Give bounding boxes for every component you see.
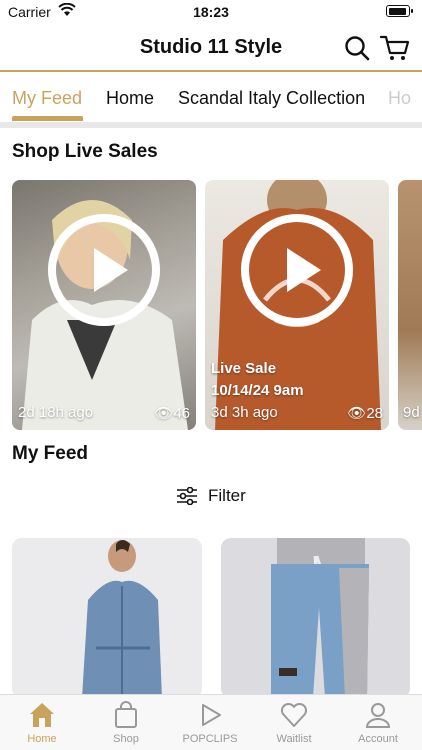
product-image	[12, 538, 202, 698]
search-icon[interactable]	[343, 34, 371, 62]
eye-icon: 👁	[154, 405, 174, 422]
live-sale-card[interactable]: 9d	[398, 180, 422, 430]
filter-button[interactable]: Filter	[176, 484, 246, 508]
person-icon	[365, 703, 391, 728]
section-title-live-sales: Shop Live Sales	[12, 141, 158, 162]
nav-shop[interactable]: Shop	[84, 701, 168, 745]
time-ago: 9d	[403, 404, 420, 421]
live-sale-card[interactable]: 2d 18h ago 👁46	[12, 180, 196, 430]
nav-label: Shop	[113, 733, 139, 745]
view-count: 👁46	[154, 405, 190, 422]
section-title-my-feed: My Feed	[12, 443, 89, 464]
product-card[interactable]	[12, 538, 202, 698]
live-sale-label: Live Sale	[211, 360, 277, 377]
nav-waitlist[interactable]: Waitlist	[252, 701, 336, 745]
battery-icon	[386, 5, 413, 17]
time-ago: 2d 18h ago	[18, 404, 94, 421]
tabs-divider	[0, 122, 422, 128]
sliders-icon	[177, 487, 197, 505]
play-button[interactable]	[48, 214, 160, 326]
live-sale-card[interactable]: Live Sale 10/14/24 9am 3d 3h ago 👁28	[205, 180, 389, 430]
nav-popclips[interactable]: POPCLIPS	[168, 701, 252, 745]
nav-label: Account	[358, 733, 398, 745]
nav-home[interactable]: Home	[0, 701, 84, 745]
nav-account[interactable]: Account	[336, 701, 420, 745]
time-ago: 3d 3h ago	[211, 404, 278, 421]
nav-label: Home	[27, 733, 57, 745]
filter-label: Filter	[208, 486, 246, 505]
heart-icon	[280, 702, 308, 727]
product-card[interactable]	[221, 538, 410, 698]
play-button[interactable]	[241, 214, 353, 326]
status-bar: Carrier 18:23	[0, 0, 422, 24]
tab-home[interactable]: Home	[106, 88, 154, 109]
tab-my-feed[interactable]: My Feed	[12, 88, 82, 109]
tab-scandal-italy-collection[interactable]: Scandal Italy Collection	[178, 88, 365, 109]
home-icon	[30, 703, 54, 727]
tab-ho[interactable]: Ho	[388, 88, 411, 109]
live-sale-date: 10/14/24 9am	[211, 382, 304, 399]
clock: 18:23	[193, 4, 229, 20]
play-icon	[202, 704, 221, 726]
shopping-bag-icon	[115, 701, 137, 728]
cart-icon[interactable]	[380, 33, 410, 63]
product-image	[221, 538, 410, 698]
active-tab-indicator	[12, 116, 83, 121]
category-tabs: My Feed Home Scandal Italy Collection Ho	[0, 74, 422, 124]
view-count: 👁28	[347, 405, 383, 422]
nav-label: POPCLIPS	[182, 733, 238, 745]
app-header: Studio 11 Style	[0, 24, 422, 72]
bottom-tab-bar: Home Shop POPCLIPS Waitlist Account	[0, 694, 422, 750]
eye-icon: 👁	[347, 405, 367, 422]
nav-label: Waitlist	[276, 733, 312, 745]
